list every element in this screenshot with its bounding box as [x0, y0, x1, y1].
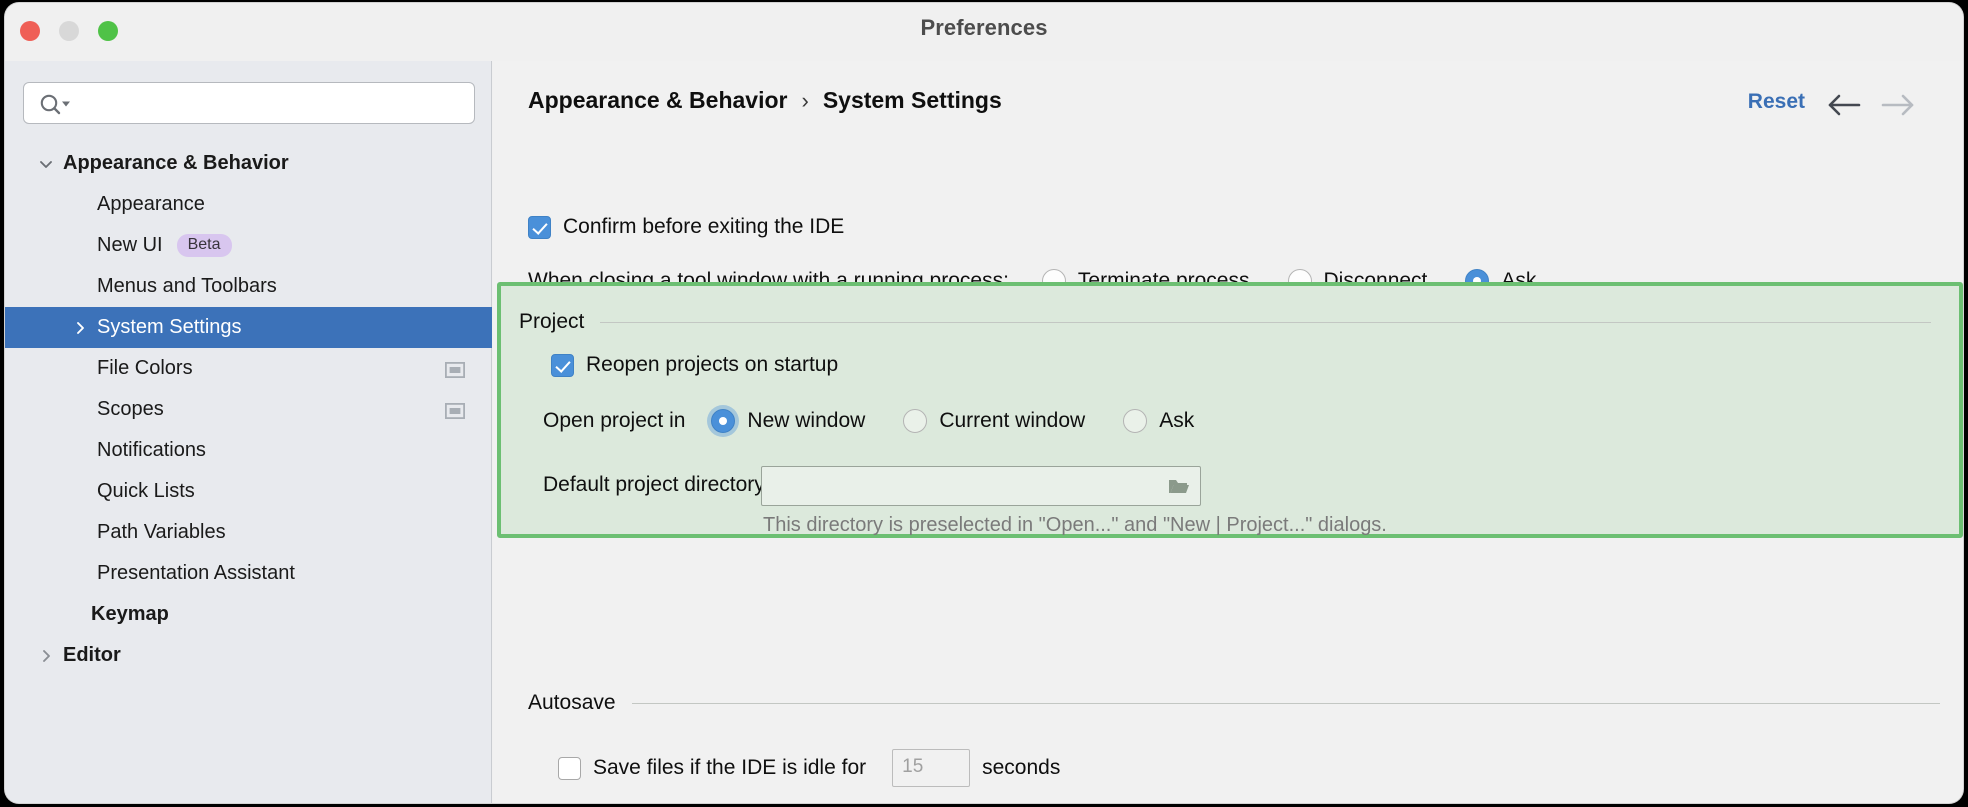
reopen-projects-row[interactable]: Reopen projects on startup: [551, 353, 838, 377]
sidebar-item-label: Quick Lists: [97, 480, 195, 502]
search-icon: [37, 92, 73, 116]
idle-save-row: Save files if the IDE is idle for second…: [558, 749, 1060, 787]
sidebar-item-file-colors[interactable]: File Colors: [5, 348, 492, 389]
sidebar-item-editor[interactable]: Editor: [5, 635, 492, 676]
sidebar-item-label: System Settings: [97, 316, 242, 338]
confirm-exit-checkbox[interactable]: [528, 215, 551, 239]
chevron-down-icon[interactable]: [33, 151, 59, 177]
sidebar-item-appearance[interactable]: Appearance: [5, 184, 492, 225]
breadcrumb-parent[interactable]: Appearance & Behavior: [528, 87, 787, 114]
default-directory-field[interactable]: [761, 466, 1201, 506]
sidebar-item-label: Editor: [63, 644, 121, 666]
sidebar-item-path-variables[interactable]: Path Variables: [5, 512, 492, 553]
panel-icon: [444, 361, 466, 378]
project-section-header: Project: [519, 310, 1931, 334]
confirm-exit-row[interactable]: Confirm before exiting the IDE: [528, 215, 844, 239]
sidebar-item-label: Menus and Toolbars: [97, 275, 277, 297]
sidebar-item-new-ui[interactable]: New UI Beta: [5, 225, 492, 266]
chevron-right-icon[interactable]: [67, 315, 93, 341]
sidebar-item-scopes[interactable]: Scopes: [5, 389, 492, 430]
sidebar-item-appearance-behavior[interactable]: Appearance & Behavior: [5, 143, 492, 184]
chevron-right-icon[interactable]: [33, 643, 59, 669]
radio-new-window[interactable]: [711, 409, 736, 433]
radio-current-window[interactable]: [903, 409, 928, 433]
confirm-exit-label: Confirm before exiting the IDE: [563, 215, 845, 238]
beta-badge: Beta: [176, 234, 232, 257]
sidebar-item-system-settings[interactable]: System Settings: [5, 307, 492, 348]
window-title: Preferences: [920, 15, 1048, 40]
project-section-title: Project: [519, 310, 585, 333]
idle-save-label-before: Save files if the IDE is idle for: [593, 756, 867, 779]
default-directory-input[interactable]: [762, 467, 1158, 503]
sidebar-item-label: Notifications: [97, 439, 206, 461]
default-directory-row: Default project directory:: [543, 473, 771, 497]
open-project-in-row: Open project in New window Current windo…: [543, 409, 1232, 433]
radio-ask-project-label: Ask: [1159, 409, 1195, 432]
sidebar-item-label: Path Variables: [97, 521, 226, 543]
breadcrumb: Appearance & Behavior › System Settings: [528, 87, 1002, 114]
idle-save-label-after: seconds: [982, 756, 1061, 779]
open-project-in-label: Open project in: [543, 409, 686, 432]
breadcrumb-separator-icon: ›: [801, 87, 809, 113]
section-divider: [631, 702, 1940, 704]
sidebar-item-label: Keymap: [91, 603, 169, 625]
sidebar-item-label: File Colors: [97, 357, 193, 379]
forward-arrow-icon[interactable]: [1879, 89, 1919, 121]
sidebar-item-label: New UI: [97, 234, 163, 256]
section-divider: [600, 321, 1931, 323]
breadcrumb-current: System Settings: [822, 87, 1002, 113]
panel-icon: [444, 402, 466, 419]
search-input[interactable]: [76, 83, 468, 123]
sidebar-item-presentation-assistant[interactable]: Presentation Assistant: [5, 553, 492, 594]
sidebar-item-label: Scopes: [97, 398, 164, 420]
default-directory-hint: This directory is preselected in "Open..…: [763, 514, 1387, 537]
reopen-projects-checkbox[interactable]: [551, 353, 574, 377]
preferences-window: Preferences Appearance & Behavior Appear…: [5, 3, 1963, 803]
autosave-section-title: Autosave: [528, 691, 616, 714]
sidebar-item-keymap[interactable]: Keymap: [5, 594, 492, 635]
folder-icon[interactable]: [1167, 476, 1191, 497]
sidebar-item-label: Appearance: [97, 193, 205, 215]
settings-sidebar: Appearance & Behavior Appearance New UI …: [5, 61, 492, 803]
radio-new-window-label: New window: [747, 409, 866, 432]
radio-current-window-label: Current window: [939, 409, 1086, 432]
settings-tree: Appearance & Behavior Appearance New UI …: [5, 143, 492, 676]
sidebar-item-label: Presentation Assistant: [97, 562, 295, 584]
project-section-highlight: Project Reopen projects on startup Open …: [497, 282, 1963, 538]
reopen-projects-label: Reopen projects on startup: [586, 353, 839, 376]
search-field[interactable]: [23, 82, 475, 124]
sidebar-item-notifications[interactable]: Notifications: [5, 430, 492, 471]
title-bar: Preferences: [5, 3, 1963, 61]
sidebar-item-menus-and-toolbars[interactable]: Menus and Toolbars: [5, 266, 492, 307]
sidebar-item-quick-lists[interactable]: Quick Lists: [5, 471, 492, 512]
reset-button[interactable]: Reset: [1748, 90, 1805, 114]
default-directory-hint-text: This directory is preselected in "Open..…: [763, 514, 1387, 536]
back-arrow-icon[interactable]: [1823, 89, 1863, 121]
autosave-section-header: Autosave: [528, 691, 1940, 715]
default-directory-label: Default project directory:: [543, 473, 771, 496]
idle-seconds-field[interactable]: [892, 749, 971, 787]
radio-ask-project[interactable]: [1123, 409, 1148, 433]
settings-main-pane: Appearance & Behavior › System Settings …: [493, 61, 1963, 803]
idle-seconds-input[interactable]: [893, 750, 968, 784]
idle-save-checkbox[interactable]: [558, 756, 581, 780]
